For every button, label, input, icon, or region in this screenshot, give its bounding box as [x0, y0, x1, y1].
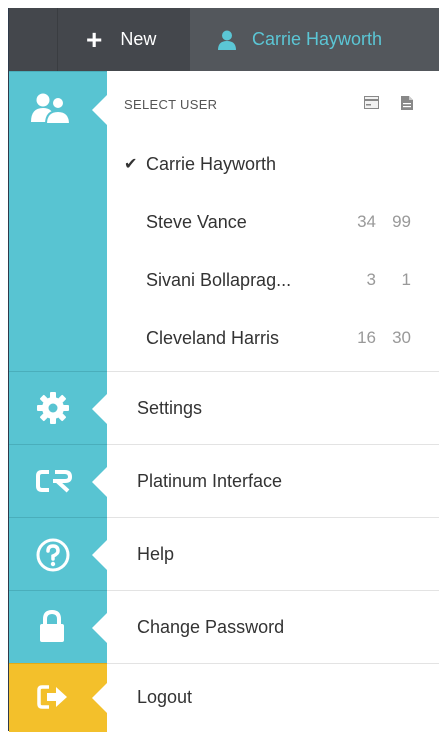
sign-out-icon: [37, 685, 67, 709]
person-icon: [218, 30, 236, 50]
user-row-3[interactable]: Cleveland Harris 16 30: [124, 309, 434, 367]
question-circle-icon: [36, 538, 70, 572]
user-count-a: 16: [357, 328, 376, 347]
menu-body: SELECT USER ✔ Carrie Hayworth Steve Vanc…: [9, 71, 439, 732]
menu-item-help[interactable]: Help: [107, 517, 439, 590]
current-user-name: Carrie Hayworth: [252, 29, 383, 49]
new-button[interactable]: + New: [58, 8, 190, 71]
menu-item-logout[interactable]: Logout: [107, 663, 439, 731]
user-name: Cleveland Harris: [146, 327, 280, 348]
user-row-2[interactable]: Sivani Bollaprag... 3 1: [124, 251, 434, 309]
user-row-1[interactable]: Steve Vance 34 99: [124, 193, 434, 251]
help-rail: [9, 517, 107, 591]
user-count-a: 3: [366, 270, 376, 289]
menu-item-change-password[interactable]: Change Password: [107, 590, 439, 663]
gear-icon: [37, 392, 69, 424]
select-user-tools: [364, 96, 413, 110]
users-icon: [31, 93, 72, 124]
users-rail: [9, 71, 107, 372]
user-row-0[interactable]: ✔ Carrie Hayworth: [124, 135, 434, 193]
change-password-rail: [9, 590, 107, 664]
lock-icon: [40, 609, 64, 642]
help-label: Help: [137, 543, 175, 564]
change-password-label: Change Password: [137, 616, 285, 637]
card-icon[interactable]: [364, 96, 379, 109]
document-icon[interactable]: [401, 96, 413, 110]
logout-label: Logout: [137, 687, 193, 707]
menu-item-settings[interactable]: Settings: [107, 371, 439, 444]
platinum-rail: [9, 444, 107, 518]
current-user-button[interactable]: Carrie Hayworth: [190, 8, 439, 71]
user-count-b: 99: [392, 212, 411, 231]
user-count-b: 30: [392, 328, 411, 347]
top-bar: + New Carrie Hayworth: [9, 8, 439, 71]
select-user-heading: SELECT USER: [124, 97, 218, 112]
user-count-a: 34: [357, 212, 376, 231]
user-count-b: 1: [401, 270, 411, 289]
top-bar-grip: [9, 8, 58, 71]
menu-item-platinum-interface[interactable]: Platinum Interface: [107, 444, 439, 517]
settings-rail: [9, 371, 107, 445]
check-icon: ✔: [124, 156, 138, 173]
user-name: Carrie Hayworth: [146, 153, 277, 174]
user-name: Steve Vance: [146, 211, 247, 232]
platinum-label: Platinum Interface: [137, 470, 283, 491]
settings-label: Settings: [137, 397, 203, 418]
plus-icon: +: [86, 23, 103, 55]
cr-logo-icon: [36, 470, 73, 493]
new-label: New: [120, 29, 157, 49]
user-name: Sivani Bollaprag...: [146, 269, 292, 290]
user-menu-panel: + New Carrie Hayworth SELECT USER ✔ Carr…: [8, 8, 439, 732]
logout-rail: [9, 663, 107, 732]
